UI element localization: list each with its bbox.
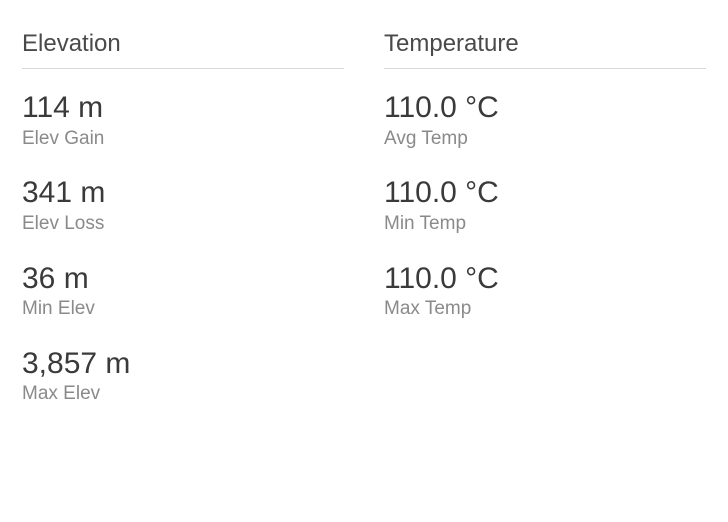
stat-label: Max Elev [22,383,344,406]
stat-min-elev: 36 m Min Elev [22,262,344,321]
stat-label: Min Elev [22,298,344,321]
elevation-column: Elevation 114 m Elev Gain 341 m Elev Los… [22,30,344,432]
stat-value: 110.0 °C [384,262,706,297]
stat-label: Min Temp [384,213,706,236]
stat-value: 3,857 m [22,347,344,382]
stat-value: 110.0 °C [384,91,706,126]
stat-min-temp: 110.0 °C Min Temp [384,176,706,235]
stat-elev-gain: 114 m Elev Gain [22,91,344,150]
stat-elev-loss: 341 m Elev Loss [22,176,344,235]
temperature-header: Temperature [384,30,706,69]
stat-label: Avg Temp [384,128,706,151]
stat-max-elev: 3,857 m Max Elev [22,347,344,406]
stat-max-temp: 110.0 °C Max Temp [384,262,706,321]
stat-value: 114 m [22,91,344,126]
stats-columns: Elevation 114 m Elev Gain 341 m Elev Los… [22,30,706,432]
stat-label: Elev Gain [22,128,344,151]
temperature-column: Temperature 110.0 °C Avg Temp 110.0 °C M… [384,30,706,432]
stat-value: 110.0 °C [384,176,706,211]
stat-value: 341 m [22,176,344,211]
elevation-header: Elevation [22,30,344,69]
stat-label: Elev Loss [22,213,344,236]
stat-label: Max Temp [384,298,706,321]
stat-value: 36 m [22,262,344,297]
stat-avg-temp: 110.0 °C Avg Temp [384,91,706,150]
